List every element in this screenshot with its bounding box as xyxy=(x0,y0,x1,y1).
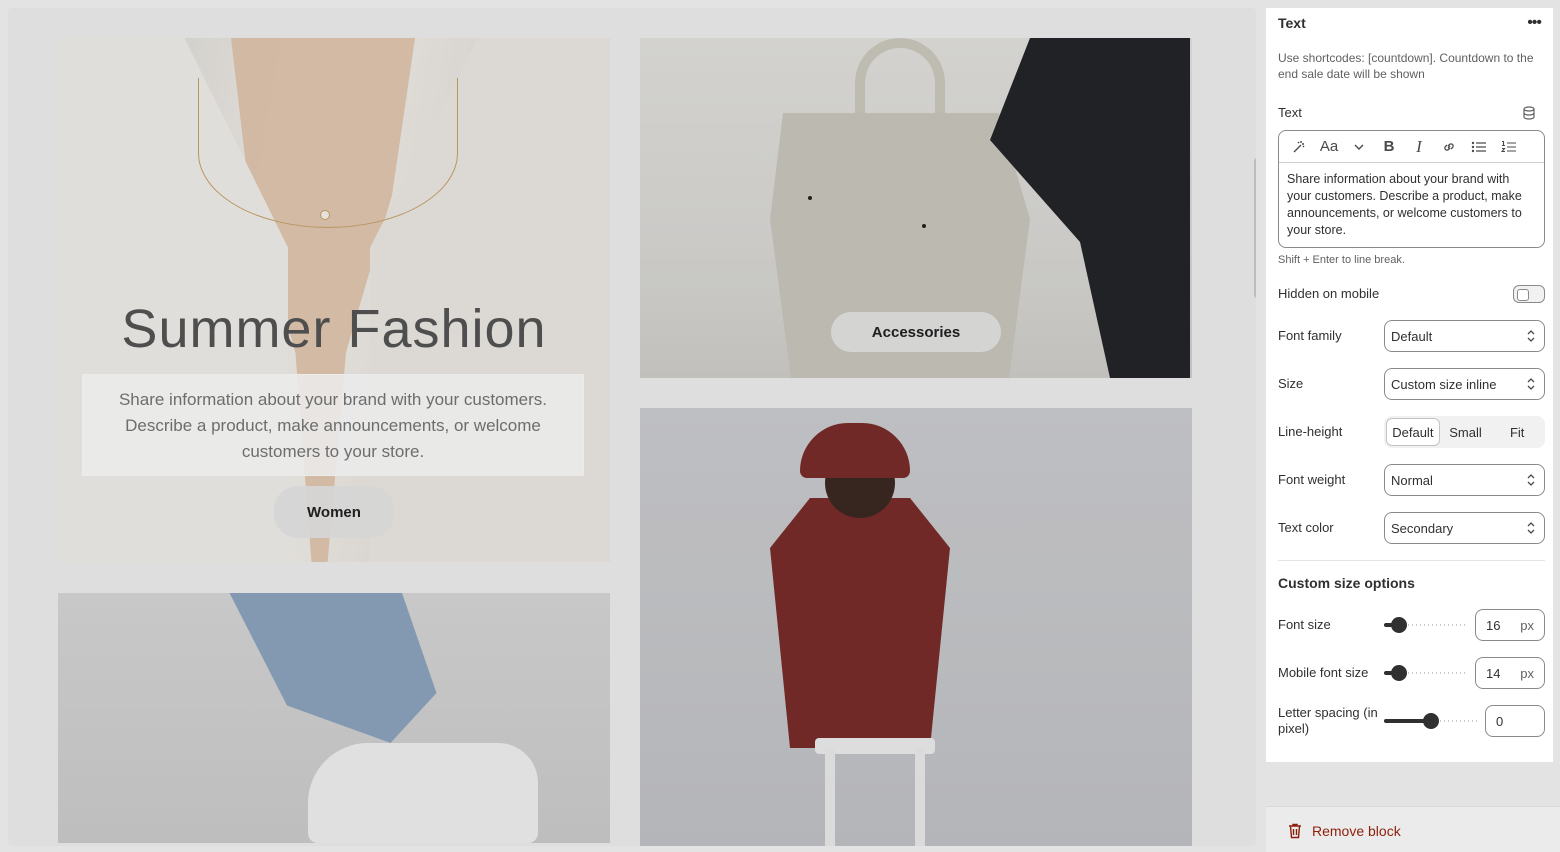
font-size-value: 16 xyxy=(1486,617,1501,633)
numbered-list-icon[interactable] xyxy=(1497,135,1521,159)
letter-spacing-input[interactable]: 0 xyxy=(1485,705,1545,737)
remove-block-label: Remove block xyxy=(1312,823,1401,839)
image-rivet xyxy=(808,196,812,200)
mobile-font-size-unit: px xyxy=(1520,665,1534,681)
size-value: Custom size inline xyxy=(1391,376,1497,392)
collection-tile-men[interactable] xyxy=(640,408,1192,846)
size-select[interactable]: Custom size inline xyxy=(1384,368,1545,400)
women-button[interactable]: Women xyxy=(274,486,394,538)
remove-block-bar: Remove block xyxy=(1266,806,1560,852)
text-color-value: Secondary xyxy=(1391,520,1454,536)
text-field-label: Text xyxy=(1278,105,1302,120)
panel-header: Text ••• xyxy=(1278,13,1542,33)
panel-title: Text xyxy=(1278,15,1306,31)
selected-text-block[interactable]: Share information about your brand with … xyxy=(82,374,584,476)
bold-icon[interactable]: B xyxy=(1377,135,1401,159)
size-label: Size xyxy=(1278,376,1304,391)
database-icon[interactable] xyxy=(1522,106,1536,120)
bullet-list-icon[interactable] xyxy=(1467,135,1491,159)
mobile-font-size-value: 14 xyxy=(1486,665,1501,681)
line-height-default[interactable]: Default xyxy=(1386,418,1440,446)
mobile-font-size-label: Mobile font size xyxy=(1278,665,1369,680)
rte-content[interactable]: Share information about your brand with … xyxy=(1279,163,1544,247)
letter-spacing-value: 0 xyxy=(1496,713,1504,729)
line-height-segmented: Default Small Fit xyxy=(1384,416,1545,448)
image-rivet xyxy=(922,224,926,228)
line-break-hint: Shift + Enter to line break. xyxy=(1278,254,1405,266)
select-arrows-icon xyxy=(1527,330,1535,342)
theme-preview: Summer Fashion Share information about y… xyxy=(8,8,1256,846)
letter-spacing-label: Letter spacing (in pixel) xyxy=(1278,705,1378,736)
line-height-fit[interactable]: Fit xyxy=(1491,418,1543,446)
slider-thumb[interactable] xyxy=(1423,713,1439,729)
shortcode-info: Use shortcodes: [countdown]. Countdown t… xyxy=(1278,51,1534,81)
font-weight-select[interactable]: Normal xyxy=(1384,464,1545,496)
image-shoe xyxy=(308,743,538,843)
font-weight-value: Normal xyxy=(1391,472,1433,488)
line-height-label: Line-height xyxy=(1278,424,1343,439)
collection-tile-jeans[interactable] xyxy=(58,593,610,843)
tile-heading: Summer Fashion xyxy=(121,299,547,359)
magic-icon[interactable] xyxy=(1287,135,1311,159)
preview-scrollbar[interactable] xyxy=(1254,158,1256,298)
select-arrows-icon xyxy=(1527,378,1535,390)
settings-panel: Text ••• Use shortcodes: [countdown]. Co… xyxy=(1266,8,1553,762)
collection-tile-accessories[interactable]: Accessories xyxy=(640,38,1192,378)
image-man-body xyxy=(770,498,950,748)
trash-icon xyxy=(1289,823,1301,839)
italic-icon[interactable]: I xyxy=(1407,135,1431,159)
section-divider xyxy=(1278,560,1545,561)
select-arrows-icon xyxy=(1527,474,1535,486)
hidden-on-mobile-label: Hidden on mobile xyxy=(1278,286,1380,301)
remove-block-button[interactable]: Remove block xyxy=(1288,823,1401,839)
image-necklace xyxy=(198,78,458,228)
accessories-button[interactable]: Accessories xyxy=(831,312,1001,352)
slider-thumb[interactable] xyxy=(1391,665,1407,681)
font-weight-label: Font weight xyxy=(1278,472,1346,487)
font-family-label: Font family xyxy=(1278,328,1342,343)
image-pendant xyxy=(320,210,330,220)
text-color-label: Text color xyxy=(1278,520,1334,535)
image-man-cap xyxy=(800,423,910,478)
font-size-slider[interactable] xyxy=(1384,617,1467,633)
mobile-font-size-slider[interactable] xyxy=(1384,665,1467,681)
hidden-on-mobile-toggle[interactable] xyxy=(1513,285,1545,303)
font-size-icon[interactable]: Aa xyxy=(1317,135,1341,159)
text-color-select[interactable]: Secondary xyxy=(1384,512,1545,544)
font-family-value: Default xyxy=(1391,328,1433,344)
collection-tile-women[interactable]: Summer Fashion Share information about y… xyxy=(58,38,610,562)
select-arrows-icon xyxy=(1527,522,1535,534)
font-size-label: Font size xyxy=(1278,617,1331,632)
slider-thumb[interactable] xyxy=(1391,617,1407,633)
line-height-small[interactable]: Small xyxy=(1440,418,1492,446)
font-size-unit: px xyxy=(1520,617,1534,633)
chevron-down-icon[interactable] xyxy=(1347,135,1371,159)
rte-toolbar: Aa B I xyxy=(1279,131,1544,163)
link-icon[interactable] xyxy=(1437,135,1461,159)
font-size-input[interactable]: 16 px xyxy=(1475,609,1545,641)
rich-text-editor: Aa B I Share information about your bran… xyxy=(1278,130,1545,248)
mobile-font-size-input[interactable]: 14 px xyxy=(1475,657,1545,689)
custom-size-heading: Custom size options xyxy=(1278,575,1415,591)
more-horizontal-icon[interactable]: ••• xyxy=(1527,14,1542,32)
font-family-select[interactable]: Default xyxy=(1384,320,1545,352)
letter-spacing-slider[interactable] xyxy=(1384,713,1477,729)
image-stool xyxy=(825,748,925,846)
